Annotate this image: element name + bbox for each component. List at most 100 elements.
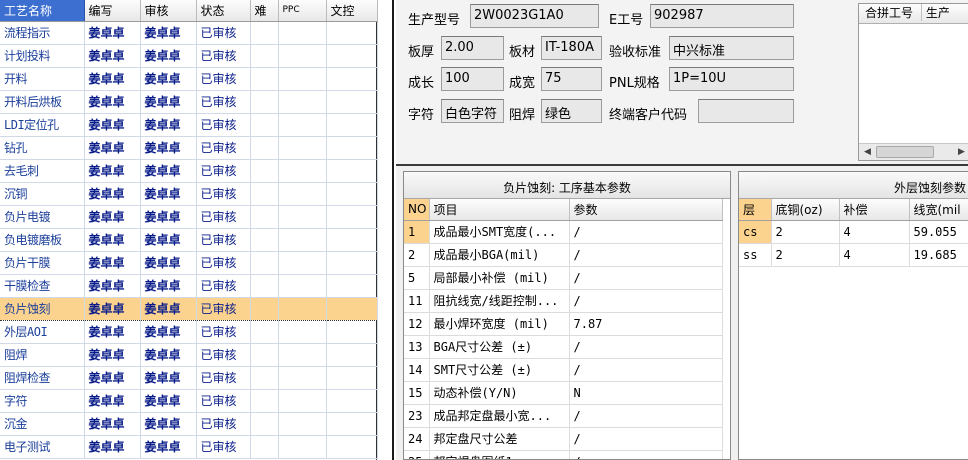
base-copper[interactable]: 2 bbox=[771, 220, 840, 244]
col-header-no[interactable]: NO bbox=[404, 199, 430, 221]
ppc-cell[interactable] bbox=[278, 251, 327, 275]
reviewer-name[interactable]: 姜卓卓 bbox=[140, 389, 197, 413]
ppc-cell[interactable] bbox=[278, 205, 327, 229]
status-text[interactable]: 已审核 bbox=[196, 159, 251, 183]
difficulty-cell[interactable] bbox=[250, 90, 279, 114]
doc-control-cell[interactable] bbox=[326, 228, 378, 252]
process-name[interactable]: 开料 bbox=[0, 67, 85, 91]
process-name[interactable]: 钻孔 bbox=[0, 136, 85, 160]
status-text[interactable]: 已审核 bbox=[196, 90, 251, 114]
combine-hscrollbar[interactable]: ◀ ▶ bbox=[859, 143, 968, 160]
compensation[interactable]: 4 bbox=[839, 243, 910, 267]
reviewer-name[interactable]: 姜卓卓 bbox=[140, 412, 197, 436]
thickness-field[interactable]: 2.00 bbox=[441, 36, 504, 60]
param-value[interactable]: / bbox=[569, 243, 723, 267]
scroll-left-icon[interactable]: ◀ bbox=[864, 147, 871, 157]
line-width[interactable]: 59.055 bbox=[909, 220, 968, 244]
param-row[interactable]: 11 阻抗线宽/线距控制... / bbox=[404, 289, 723, 313]
difficulty-cell[interactable] bbox=[250, 182, 279, 206]
difficulty-cell[interactable] bbox=[250, 435, 279, 459]
doc-control-cell[interactable] bbox=[326, 159, 378, 183]
reviewer-name[interactable]: 姜卓卓 bbox=[140, 159, 197, 183]
reviewer-name[interactable]: 姜卓卓 bbox=[140, 343, 197, 367]
writer-name[interactable]: 姜卓卓 bbox=[84, 389, 141, 413]
status-text[interactable]: 已审核 bbox=[196, 205, 251, 229]
status-text[interactable]: 已审核 bbox=[196, 366, 251, 390]
difficulty-cell[interactable] bbox=[250, 205, 279, 229]
param-row[interactable]: 5 局部最小补偿 (mil) / bbox=[404, 266, 723, 290]
process-name[interactable]: 开料后烘板 bbox=[0, 90, 85, 114]
pnl-field[interactable]: 1P=10U bbox=[669, 67, 794, 91]
solder-mask-field[interactable]: 绿色 bbox=[541, 99, 602, 123]
param-value[interactable]: N bbox=[569, 381, 723, 405]
writer-name[interactable]: 姜卓卓 bbox=[84, 412, 141, 436]
ppc-cell[interactable] bbox=[278, 274, 327, 298]
e-number-field[interactable]: 902987 bbox=[650, 4, 794, 28]
difficulty-cell[interactable] bbox=[250, 44, 279, 68]
status-text[interactable]: 已审核 bbox=[196, 228, 251, 252]
process-row[interactable]: 阻焊 姜卓卓 姜卓卓 已审核 bbox=[0, 343, 378, 367]
reviewer-name[interactable]: 姜卓卓 bbox=[140, 136, 197, 160]
status-text[interactable]: 已审核 bbox=[196, 44, 251, 68]
param-value[interactable]: / bbox=[569, 266, 723, 290]
status-text[interactable]: 已审核 bbox=[196, 21, 251, 45]
writer-name[interactable]: 姜卓卓 bbox=[84, 320, 141, 344]
process-name[interactable]: 阻焊 bbox=[0, 343, 85, 367]
col-header-doc-control[interactable]: 文控 bbox=[326, 0, 378, 22]
difficulty-cell[interactable] bbox=[250, 320, 279, 344]
doc-control-cell[interactable] bbox=[326, 44, 378, 68]
status-text[interactable]: 已审核 bbox=[196, 296, 251, 321]
process-row[interactable]: 字符 姜卓卓 姜卓卓 已审核 bbox=[0, 389, 378, 413]
customer-code-field[interactable] bbox=[698, 99, 794, 123]
status-text[interactable]: 已审核 bbox=[196, 251, 251, 275]
reviewer-name[interactable]: 姜卓卓 bbox=[140, 366, 197, 390]
doc-control-cell[interactable] bbox=[326, 67, 378, 91]
writer-name[interactable]: 姜卓卓 bbox=[84, 90, 141, 114]
reviewer-name[interactable]: 姜卓卓 bbox=[140, 251, 197, 275]
line-width[interactable]: 19.685 bbox=[909, 243, 968, 267]
doc-control-cell[interactable] bbox=[326, 366, 378, 390]
reviewer-name[interactable]: 姜卓卓 bbox=[140, 44, 197, 68]
difficulty-cell[interactable] bbox=[250, 412, 279, 436]
col-header-layer[interactable]: 层 bbox=[739, 199, 772, 221]
process-row[interactable]: 电子测试 姜卓卓 姜卓卓 已审核 bbox=[0, 435, 378, 459]
process-name[interactable]: 干膜检查 bbox=[0, 274, 85, 298]
process-row[interactable]: 阻焊检查 姜卓卓 姜卓卓 已审核 bbox=[0, 366, 378, 390]
col-header-item[interactable]: 项目 bbox=[429, 199, 570, 221]
process-name[interactable]: LDI定位孔 bbox=[0, 113, 85, 137]
doc-control-cell[interactable] bbox=[326, 412, 378, 436]
process-name[interactable]: 负片电镀 bbox=[0, 205, 85, 229]
process-name[interactable]: 计划投料 bbox=[0, 44, 85, 68]
col-header-value[interactable]: 参数 bbox=[569, 199, 723, 221]
doc-control-cell[interactable] bbox=[326, 274, 378, 298]
ppc-cell[interactable] bbox=[278, 90, 327, 114]
difficulty-cell[interactable] bbox=[250, 274, 279, 298]
writer-name[interactable]: 姜卓卓 bbox=[84, 182, 141, 206]
layer-row[interactable]: cs 2 4 59.055 bbox=[739, 220, 968, 244]
writer-name[interactable]: 姜卓卓 bbox=[84, 67, 141, 91]
scroll-thumb[interactable] bbox=[876, 146, 934, 158]
process-row[interactable]: 负片蚀刻 姜卓卓 姜卓卓 已审核 bbox=[0, 296, 378, 321]
param-value[interactable]: / bbox=[569, 220, 723, 244]
param-row[interactable]: 14 SMT尺寸公差 (±) / bbox=[404, 358, 723, 382]
process-row[interactable]: 沉金 姜卓卓 姜卓卓 已审核 bbox=[0, 412, 378, 436]
process-name[interactable]: 阻焊检查 bbox=[0, 366, 85, 390]
difficulty-cell[interactable] bbox=[250, 113, 279, 137]
doc-control-cell[interactable] bbox=[326, 182, 378, 206]
reviewer-name[interactable]: 姜卓卓 bbox=[140, 228, 197, 252]
process-name[interactable]: 沉金 bbox=[0, 412, 85, 436]
writer-name[interactable]: 姜卓卓 bbox=[84, 228, 141, 252]
writer-name[interactable]: 姜卓卓 bbox=[84, 251, 141, 275]
writer-name[interactable]: 姜卓卓 bbox=[84, 343, 141, 367]
ppc-cell[interactable] bbox=[278, 389, 327, 413]
layer-row[interactable]: ss 2 4 19.685 bbox=[739, 243, 968, 267]
doc-control-cell[interactable] bbox=[326, 113, 378, 137]
writer-name[interactable]: 姜卓卓 bbox=[84, 296, 141, 321]
ppc-cell[interactable] bbox=[278, 435, 327, 459]
process-name[interactable]: 外层AOI bbox=[0, 320, 85, 344]
process-row[interactable]: 去毛刺 姜卓卓 姜卓卓 已审核 bbox=[0, 159, 378, 183]
base-copper[interactable]: 2 bbox=[771, 243, 840, 267]
param-row[interactable]: 1 成品最小SMT宽度(... / bbox=[404, 220, 723, 244]
process-row[interactable]: 流程指示 姜卓卓 姜卓卓 已审核 bbox=[0, 21, 378, 45]
difficulty-cell[interactable] bbox=[250, 228, 279, 252]
